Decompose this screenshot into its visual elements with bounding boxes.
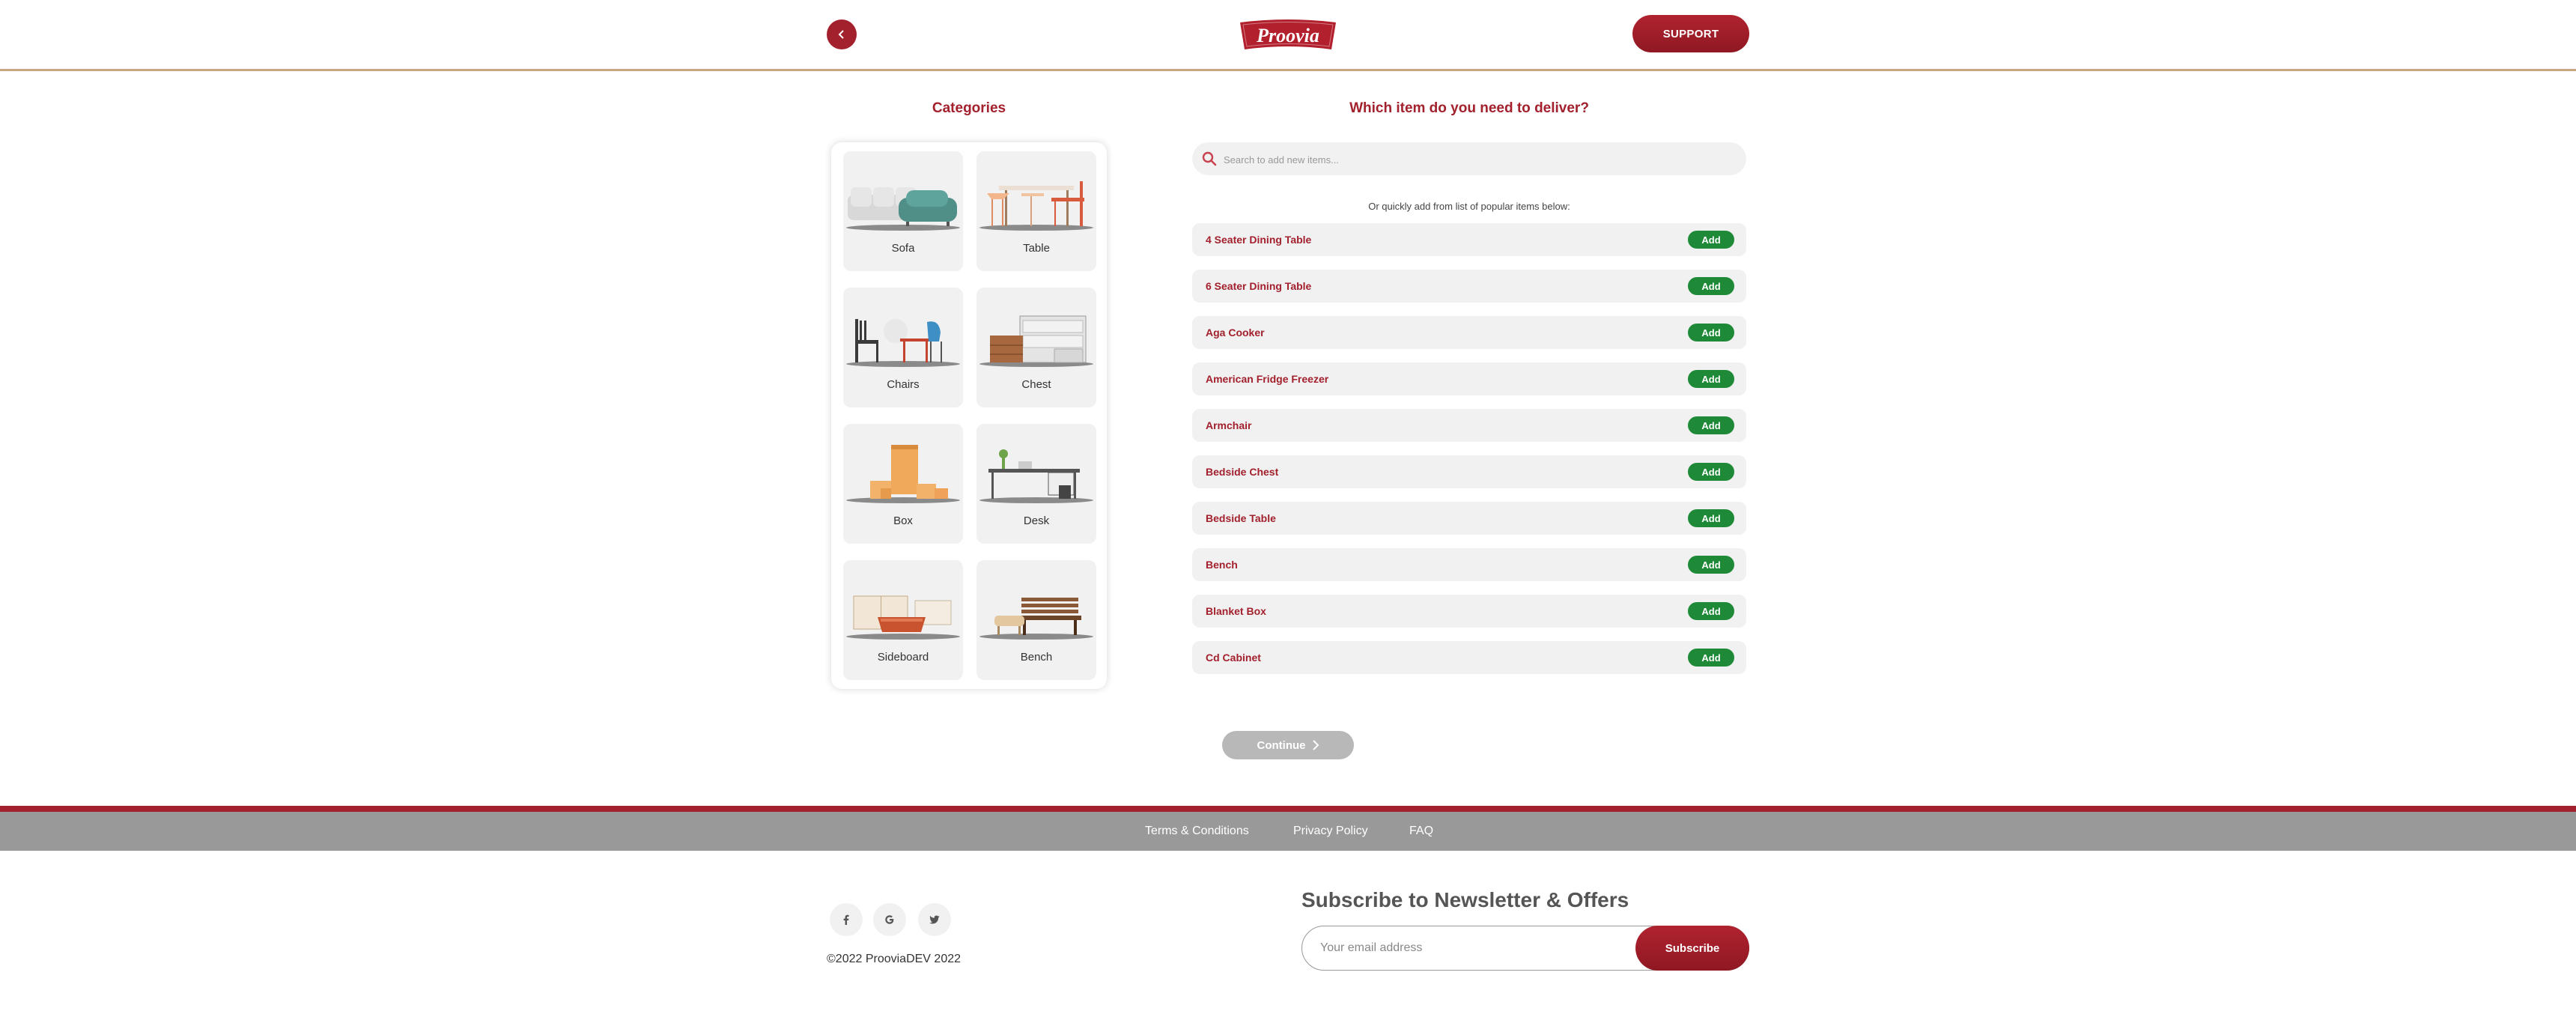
box-icon <box>846 445 960 503</box>
chevron-right-icon <box>1312 740 1319 750</box>
svg-text:Proovia: Proovia <box>1256 25 1319 46</box>
items-title: Which item do you need to deliver? <box>1349 100 1589 116</box>
categories-panel: Sofa Table Chairs Chest Box Desk Sideboa… <box>831 142 1107 689</box>
twitter-icon <box>929 915 940 924</box>
quick-add-hint: Or quickly add from list of popular item… <box>1368 201 1570 212</box>
list-item: Bedside Table Add <box>1192 502 1746 535</box>
chest-icon <box>979 315 1093 367</box>
category-label: Box <box>893 514 913 527</box>
add-button[interactable]: Add <box>1688 370 1734 388</box>
category-label: Table <box>1023 242 1050 255</box>
list-item: Bench Add <box>1192 548 1746 581</box>
add-button[interactable]: Add <box>1688 649 1734 667</box>
item-name: 6 Seater Dining Table <box>1206 280 1312 292</box>
list-item: American Fridge Freezer Add <box>1192 362 1746 395</box>
add-button[interactable]: Add <box>1688 324 1734 341</box>
list-item: Aga Cooker Add <box>1192 316 1746 349</box>
category-chest[interactable]: Chest <box>976 288 1096 407</box>
support-button[interactable]: SUPPORT <box>1632 15 1749 52</box>
item-name: Bench <box>1206 559 1238 571</box>
newsletter-title: Subscribe to Newsletter & Offers <box>1301 888 1629 911</box>
google-icon <box>885 915 894 924</box>
add-button[interactable]: Add <box>1688 602 1734 620</box>
search-icon <box>1202 151 1217 166</box>
item-name: Aga Cooker <box>1206 327 1265 339</box>
item-name: American Fridge Freezer <box>1206 373 1329 385</box>
continue-label: Continue <box>1257 738 1306 752</box>
add-button[interactable]: Add <box>1688 277 1734 295</box>
twitter-button[interactable] <box>918 903 951 936</box>
search-box <box>1192 142 1746 177</box>
subscribe-button[interactable]: Subscribe <box>1635 926 1749 971</box>
search-input[interactable] <box>1222 142 1734 177</box>
category-desk[interactable]: Desk <box>976 424 1096 544</box>
chairs-icon <box>846 319 960 367</box>
facebook-icon <box>843 914 849 925</box>
category-label: Chairs <box>887 378 920 391</box>
add-button[interactable]: Add <box>1688 556 1734 574</box>
category-label: Sideboard <box>877 651 929 664</box>
list-item: Armchair Add <box>1192 409 1746 442</box>
category-sofa[interactable]: Sofa <box>843 151 963 271</box>
item-name: Blanket Box <box>1206 605 1266 617</box>
faq-link[interactable]: FAQ <box>1409 825 1433 838</box>
item-name: Armchair <box>1206 419 1252 431</box>
terms-link[interactable]: Terms & Conditions <box>1145 825 1249 838</box>
list-item: Cd Cabinet Add <box>1192 641 1746 674</box>
bench-icon <box>979 598 1093 640</box>
category-bench[interactable]: Bench <box>976 560 1096 680</box>
category-label: Chest <box>1021 378 1051 391</box>
item-name: Bedside Table <box>1206 512 1276 524</box>
item-name: Cd Cabinet <box>1206 652 1261 664</box>
footer-bar: Terms & Conditions Privacy Policy FAQ <box>0 806 2576 851</box>
logo[interactable]: Proovia <box>1237 18 1339 52</box>
back-button[interactable] <box>827 19 857 49</box>
category-label: Desk <box>1023 514 1050 527</box>
category-table[interactable]: Table <box>976 151 1096 271</box>
list-item: 6 Seater Dining Table Add <box>1192 270 1746 303</box>
table-icon <box>979 181 1093 231</box>
add-button[interactable]: Add <box>1688 509 1734 527</box>
category-sideboard[interactable]: Sideboard <box>843 560 963 680</box>
list-item: Bedside Chest Add <box>1192 455 1746 488</box>
google-button[interactable] <box>873 903 906 936</box>
logo-icon: Proovia <box>1240 19 1336 49</box>
sofa-icon <box>846 187 960 231</box>
add-button[interactable]: Add <box>1688 231 1734 249</box>
category-label: Bench <box>1020 651 1053 664</box>
add-button[interactable]: Add <box>1688 416 1734 434</box>
facebook-button[interactable] <box>830 903 863 936</box>
header: Proovia SUPPORT <box>0 0 2576 71</box>
item-name: 4 Seater Dining Table <box>1206 234 1312 246</box>
add-button[interactable]: Add <box>1688 463 1734 481</box>
copyright: ©2022 ProoviaDEV 2022 <box>827 953 962 965</box>
newsletter-form: Subscribe <box>1301 926 1749 971</box>
chevron-left-icon <box>838 30 844 39</box>
categories-title: Categories <box>932 100 1006 116</box>
category-chairs[interactable]: Chairs <box>843 288 963 407</box>
privacy-link[interactable]: Privacy Policy <box>1293 825 1368 838</box>
item-name: Bedside Chest <box>1206 466 1279 478</box>
list-item: 4 Seater Dining Table Add <box>1192 223 1746 256</box>
category-box[interactable]: Box <box>843 424 963 544</box>
category-label: Sofa <box>891 242 915 255</box>
list-item: Blanket Box Add <box>1192 595 1746 628</box>
continue-button[interactable]: Continue <box>1222 731 1354 759</box>
sideboard-icon <box>846 595 960 640</box>
desk-icon <box>979 449 1093 503</box>
